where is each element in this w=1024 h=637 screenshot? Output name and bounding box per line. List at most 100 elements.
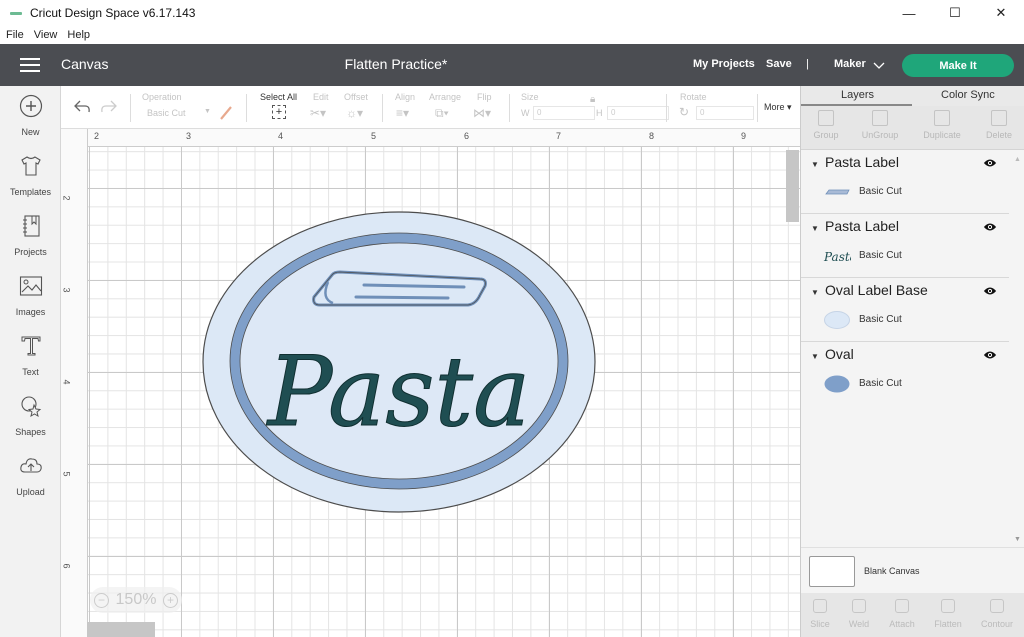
ruler-tick-label: 6 [61,563,72,569]
blank-canvas-row[interactable]: Blank Canvas [801,547,1024,593]
menu-file[interactable]: File [6,29,24,41]
zoom-out-button[interactable]: − [94,592,109,608]
flatten-label: Flatten [934,619,962,629]
app-header: Canvas Flatten Practice* My Projects Sav… [0,44,1024,86]
layer-operation: Basic Cut [859,250,902,261]
sidebar-item-projects[interactable]: Projects [0,214,61,257]
sidebar-label: Templates [9,187,52,197]
ungroup-button[interactable]: UnGroup [852,110,908,140]
maximize-button[interactable]: ☐ [932,0,978,26]
eye-icon[interactable] [983,220,997,234]
canvas-vertical-scrollbar[interactable] [786,150,799,222]
collapse-caret-icon[interactable]: ▼ [811,224,819,233]
sidebar-label: Upload [16,487,45,497]
offset-icon[interactable]: ☼▾ [346,106,363,120]
cloud-upload-icon [19,458,42,473]
panel-tabs: Layers Color Sync [801,86,1024,106]
close-button[interactable]: ✕ [978,0,1024,26]
group-button[interactable]: Group [798,110,854,140]
tab-layers[interactable]: Layers [841,89,874,101]
my-projects-link[interactable]: My Projects [693,58,755,70]
pasta-lettering[interactable]: Pasta [265,336,531,449]
ruler-tick-label: 3 [61,287,72,293]
title-bar: Cricut Design Space v6.17.143 — ☐ ✕ [0,0,1024,26]
rotate-input[interactable]: 0 [696,106,754,120]
duplicate-button[interactable]: Duplicate [914,110,970,140]
canvas-horizontal-scrollbar[interactable] [87,622,155,637]
sidebar-item-text[interactable]: Text [0,334,61,377]
eye-icon[interactable] [983,284,997,298]
undo-icon[interactable] [73,99,91,113]
flip-label: Flip [477,92,492,102]
machine-selector[interactable]: Maker [834,58,866,70]
height-input[interactable]: 0 [607,106,669,120]
redo-icon[interactable] [100,99,118,113]
layer-item[interactable]: ▼ Oval Label Base Basic Cut [801,278,1009,342]
contour-button[interactable]: Contour [975,599,1019,629]
offset-label: Offset [344,92,368,102]
layer-name: Oval [825,346,854,362]
layer-actions: Group UnGroup Duplicate Delete [801,106,1024,150]
chevron-down-icon[interactable] [873,62,885,70]
operation-dropdown[interactable]: Basic Cut [147,108,186,118]
blank-canvas-label: Blank Canvas [864,566,920,576]
eye-icon[interactable] [983,348,997,362]
weld-label: Weld [848,619,870,629]
menu-view[interactable]: View [34,29,58,41]
ruler-tick-label: 9 [741,131,747,141]
sidebar-item-templates[interactable]: Templates [0,154,61,197]
collapse-caret-icon[interactable]: ▼ [811,288,819,297]
edit-icon[interactable]: ✂▾ [310,106,326,120]
collapse-caret-icon[interactable]: ▼ [811,352,819,361]
sidebar-label: Shapes [15,427,46,437]
canvas-color-swatch[interactable] [809,556,855,587]
delete-button[interactable]: Delete [971,110,1024,140]
zoom-level: 150% [115,591,157,608]
rotate-label: Rotate [680,92,707,102]
window-controls: — ☐ ✕ [886,0,1024,26]
save-button[interactable]: Save [766,58,792,70]
flatten-button[interactable]: Flatten [926,599,970,629]
menu-help[interactable]: Help [67,29,90,41]
select-all-button[interactable]: + [272,105,286,119]
make-it-button[interactable]: Make It [902,54,1014,77]
dropdown-caret-icon: ▼ [204,108,211,115]
design-canvas[interactable]: Pasta [88,147,800,637]
minimize-button[interactable]: — [886,0,932,26]
header-divider: | [806,58,809,70]
attach-button[interactable]: Attach [880,599,924,629]
pasta-noodle-graphic[interactable] [312,270,487,307]
layer-item[interactable]: ▼ Pasta Label Pasta Basic Cut [801,214,1009,278]
eye-icon[interactable] [983,156,997,170]
layer-operation: Basic Cut [859,378,902,389]
layer-item[interactable]: ▼ Pasta Label Basic Cut [801,150,1009,214]
flip-icon[interactable]: ⋈▾ [473,106,491,120]
collapse-caret-icon[interactable]: ▼ [811,160,819,169]
weld-button[interactable]: Weld [837,599,881,629]
ruler-tick-label: 6 [464,131,470,141]
align-icon[interactable]: ≡▾ [396,106,409,120]
slice-button[interactable]: Slice [798,599,842,629]
duplicate-label: Duplicate [923,130,961,140]
sidebar-item-upload[interactable]: Upload [0,454,61,497]
sidebar-item-images[interactable]: Images [0,274,61,317]
pen-icon[interactable] [219,105,233,121]
pasta-label-design[interactable]: Pasta [88,147,800,637]
pasta-noodle-thumbnail [825,189,850,195]
delete-label: Delete [985,130,1012,140]
panel-scroll-up-icon[interactable]: ▲ [1014,156,1021,163]
sidebar-item-shapes[interactable]: Shapes [0,394,61,437]
zoom-in-button[interactable]: + [162,592,178,608]
lock-icon[interactable]: 🔒︎ [590,94,595,105]
ruler-tick-label: 5 [61,471,72,477]
contour-label: Contour [980,619,1014,629]
panel-scroll-down-icon[interactable]: ▼ [1014,536,1021,543]
more-button[interactable]: More ▾ [764,102,792,113]
width-input[interactable]: 0 [533,106,595,120]
sidebar-item-new[interactable]: New [0,94,61,137]
tab-color-sync[interactable]: Color Sync [941,89,995,101]
text-icon [21,336,40,356]
left-ruler: 2 3 4 5 6 [61,129,88,637]
arrange-icon[interactable]: ⧉▾ [435,106,449,121]
layer-item[interactable]: ▼ Oval Basic Cut [801,342,1009,406]
